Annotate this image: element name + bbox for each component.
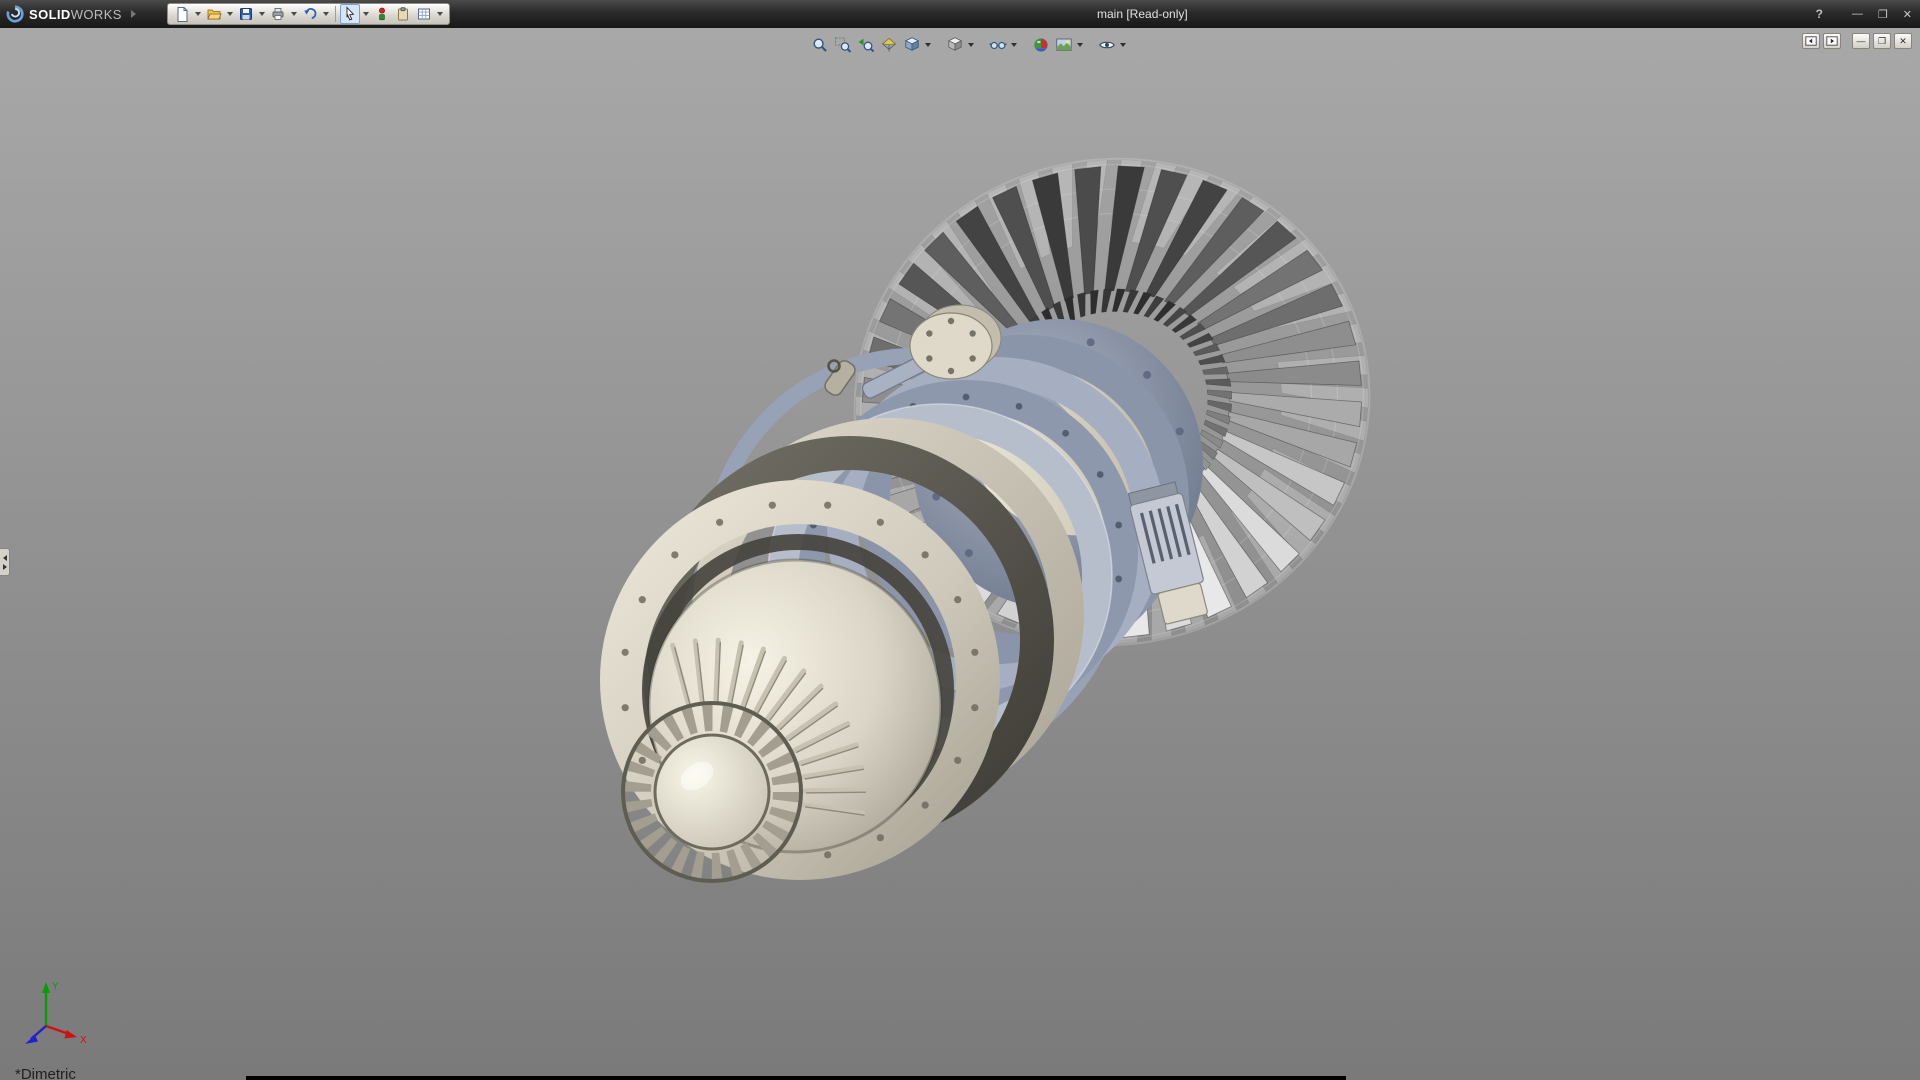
previous-document-button[interactable]: [1802, 33, 1820, 49]
apply-scene-icon: [1055, 36, 1073, 54]
help-button[interactable]: ?: [1816, 7, 1823, 21]
pane-left-icon: [1805, 36, 1817, 46]
design-table-button[interactable]: [414, 4, 434, 24]
edit-appearance-ball-icon: [1032, 36, 1050, 54]
print-dropdown-caret[interactable]: [291, 12, 297, 16]
print-icon: [270, 6, 286, 22]
view-orientation-caret[interactable]: [925, 43, 931, 47]
apply-scene-caret[interactable]: [1077, 43, 1083, 47]
display-style-button[interactable]: [945, 35, 965, 55]
app-name-solid: SOLID: [29, 7, 71, 22]
maximize-window-button[interactable]: ❐: [1878, 8, 1888, 21]
heads-up-view-toolbar: [810, 35, 1128, 55]
hide-show-glasses-icon: [989, 36, 1007, 54]
app-name-works: WORKS: [71, 7, 122, 22]
feature-tree-splitter-tab[interactable]: [0, 548, 10, 576]
view-settings-button[interactable]: [1097, 35, 1117, 55]
toolbar-separator: [335, 6, 336, 22]
select-cursor-icon: [342, 6, 358, 22]
view-orientation-label: *Dimetric: [15, 1066, 76, 1080]
clipboard-icon: [395, 6, 411, 22]
undo-button[interactable]: [300, 4, 320, 24]
close-window-button[interactable]: ✕: [1903, 8, 1912, 21]
chevron-right-icon: [131, 10, 136, 18]
app-name: SOLIDWORKS: [29, 7, 122, 22]
section-view-icon: [880, 36, 898, 54]
document-window-controls: — ❐ ✕: [1802, 33, 1912, 49]
new-dropdown-caret[interactable]: [195, 12, 201, 16]
open-dropdown-caret[interactable]: [227, 12, 233, 16]
graphics-area[interactable]: — ❐ ✕ Y X *Dimetric: [0, 28, 1920, 1080]
solidworks-logo: SOLIDWORKS: [6, 0, 136, 28]
view-settings-eye-icon: [1098, 36, 1116, 54]
clipboard-button[interactable]: [393, 4, 413, 24]
view-orientation-cube-icon: [903, 36, 921, 54]
new-document-button[interactable]: [172, 4, 192, 24]
taskbar-sliver: [246, 1076, 1346, 1080]
window-controls: ? — ❐ ✕: [1816, 0, 1912, 28]
save-floppy-icon: [238, 6, 254, 22]
zoom-to-fit-icon: [811, 36, 829, 54]
previous-view-button[interactable]: [856, 35, 876, 55]
restore-document-button[interactable]: ❐: [1873, 33, 1891, 49]
previous-view-icon: [857, 36, 875, 54]
section-view-button[interactable]: [879, 35, 899, 55]
undo-dropdown-caret[interactable]: [323, 12, 329, 16]
zoom-to-area-icon: [834, 36, 852, 54]
next-document-button[interactable]: [1823, 33, 1841, 49]
open-folder-icon: [206, 6, 222, 22]
minimize-document-button[interactable]: —: [1852, 33, 1870, 49]
design-table-icon: [416, 6, 432, 22]
standard-toolbar: [167, 3, 450, 25]
open-button[interactable]: [204, 4, 224, 24]
save-button[interactable]: [236, 4, 256, 24]
select-dropdown-caret[interactable]: [363, 12, 369, 16]
hide-show-caret[interactable]: [1011, 43, 1017, 47]
display-style-caret[interactable]: [968, 43, 974, 47]
save-dropdown-caret[interactable]: [259, 12, 265, 16]
pane-right-icon: [1826, 36, 1838, 46]
design-table-dropdown-caret[interactable]: [437, 12, 443, 16]
undo-arrow-icon: [302, 6, 318, 22]
select-button[interactable]: [340, 4, 360, 24]
3ds-logo-icon: [6, 5, 24, 23]
selection-filter-icon: [374, 6, 390, 22]
view-settings-caret[interactable]: [1120, 43, 1126, 47]
solidworks-window: { "titlebar": { "app_bold": "SOLID", "ap…: [0, 0, 1920, 1080]
document-title: main [Read-only]: [1097, 0, 1188, 28]
splitter-right-arrow-icon: [3, 564, 7, 570]
zoom-to-area-button[interactable]: [833, 35, 853, 55]
hide-show-items-button[interactable]: [988, 35, 1008, 55]
jet-engine-model[interactable]: [0, 28, 1920, 1080]
view-orientation-button[interactable]: [902, 35, 922, 55]
splitter-left-arrow-icon: [3, 555, 7, 561]
edit-appearance-button[interactable]: [1031, 35, 1051, 55]
display-style-icon: [946, 36, 964, 54]
minimize-window-button[interactable]: —: [1852, 8, 1863, 20]
selection-filter-button[interactable]: [372, 4, 392, 24]
titlebar: SOLIDWORKS main [Read-on: [0, 0, 1920, 28]
new-document-icon: [174, 6, 190, 22]
zoom-to-fit-button[interactable]: [810, 35, 830, 55]
print-button[interactable]: [268, 4, 288, 24]
close-document-button[interactable]: ✕: [1894, 33, 1912, 49]
apply-scene-button[interactable]: [1054, 35, 1074, 55]
